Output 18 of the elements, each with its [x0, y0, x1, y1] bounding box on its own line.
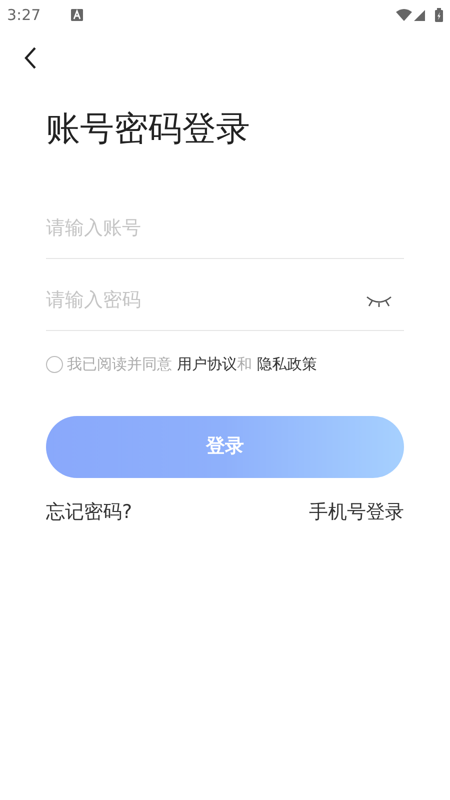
status-time: 3:27 — [7, 4, 41, 26]
agreement-conjunction: 和 — [237, 354, 252, 375]
back-icon — [23, 46, 37, 70]
password-visibility-toggle[interactable] — [366, 294, 392, 308]
agreement-text: 我已阅读并同意 — [67, 354, 172, 375]
user-agreement-link[interactable]: 用户协议 — [177, 353, 237, 376]
agreement-checkbox[interactable] — [46, 356, 63, 373]
keyboard-icon — [70, 9, 83, 21]
battery-icon — [435, 8, 443, 22]
signal-icon — [414, 10, 425, 20]
phone-login-link[interactable]: 手机号登录 — [309, 498, 404, 526]
password-input[interactable]: 请输入密码 — [46, 286, 366, 315]
wifi-icon — [396, 9, 412, 21]
forgot-password-link[interactable]: 忘记密码? — [46, 498, 132, 526]
eye-closed-icon — [366, 294, 392, 308]
account-input[interactable]: 请输入账号 — [46, 214, 404, 243]
privacy-policy-link[interactable]: 隐私政策 — [257, 353, 317, 376]
page-title: 账号密码登录 — [46, 108, 251, 151]
